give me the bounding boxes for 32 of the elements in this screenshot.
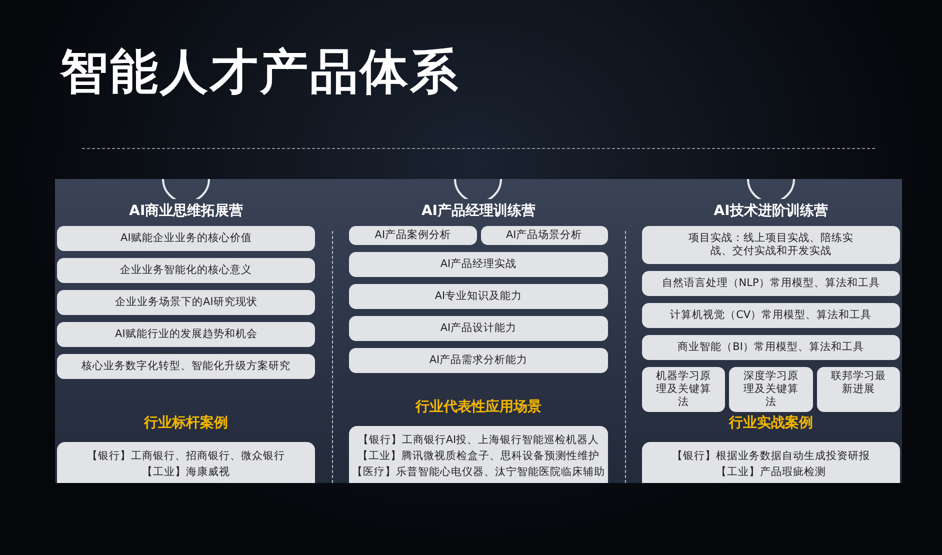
topic-pill: AI产品案例分析: [349, 226, 476, 245]
topic-pill: 项目实战：线上项目实战、陪练实战、交付实战和开发实战: [642, 226, 900, 264]
topic-pill: 自然语言处理（NLP）常用模型、算法和工具: [642, 271, 900, 296]
topic-pill: 联邦学习最新进展: [816, 367, 900, 412]
case-line: 【银行】工商银行、招商银行、微众银行: [86, 449, 286, 463]
case-line: 【银行】根据业务数据自动生成投资研报: [670, 449, 871, 463]
topic-pill: 计算机视觉（CV）常用模型、算法和工具: [642, 303, 900, 328]
case-heading: 行业实战案例: [728, 414, 813, 432]
case-line: 【工业】产品瑕疵检测: [714, 465, 827, 479]
topic-pill: AI产品需求分析能力: [349, 348, 608, 373]
case-line: 【医疗】乐普智能心电仪器、汰宁智能医院临床辅助: [350, 465, 606, 479]
topic-pill: 企业业务智能化的核心意义: [57, 258, 316, 283]
case-heading: 行业标杆案例: [144, 414, 228, 432]
topic-pill: AI产品经理实战: [349, 252, 608, 277]
case-line: 【工业】海康威视: [141, 465, 232, 479]
topic-pill: 商业智能（BI）常用模型、算法和工具: [642, 335, 900, 360]
column-title: AI技术进阶训练营: [714, 202, 828, 220]
column-title: AI商业思维拓展营: [129, 202, 244, 220]
case-line: 【工业】腾讯微视质检盒子、思科设备预测性维护: [356, 449, 600, 463]
topic-pill: AI产品设计能力: [349, 316, 608, 341]
topic-pill: AI专业知识及能力: [349, 284, 608, 309]
page-title: 智能人才产品体系: [60, 43, 460, 102]
topic-pill: AI赋能行业的发展趋势和机会: [57, 322, 316, 347]
topic-pill: AI产品场景分析: [480, 226, 608, 245]
case-heading: 行业代表性应用场景: [415, 398, 542, 416]
topic-pill: AI赋能企业业务的核心价值: [57, 226, 316, 251]
topic-pill: 企业业务场景下的AI研究现状: [57, 290, 316, 315]
topic-pill: 核心业务数字化转型、智能化升级方案研究: [57, 354, 316, 379]
topic-pill: 深度学习原理及关键算法: [729, 367, 813, 412]
column-title: AI产品经理训练营: [421, 202, 536, 220]
case-line: 【银行】工商银行AI投、上海银行智能巡检机器人: [356, 433, 600, 447]
topic-pill: 机器学习原理及关键算法: [642, 367, 726, 412]
